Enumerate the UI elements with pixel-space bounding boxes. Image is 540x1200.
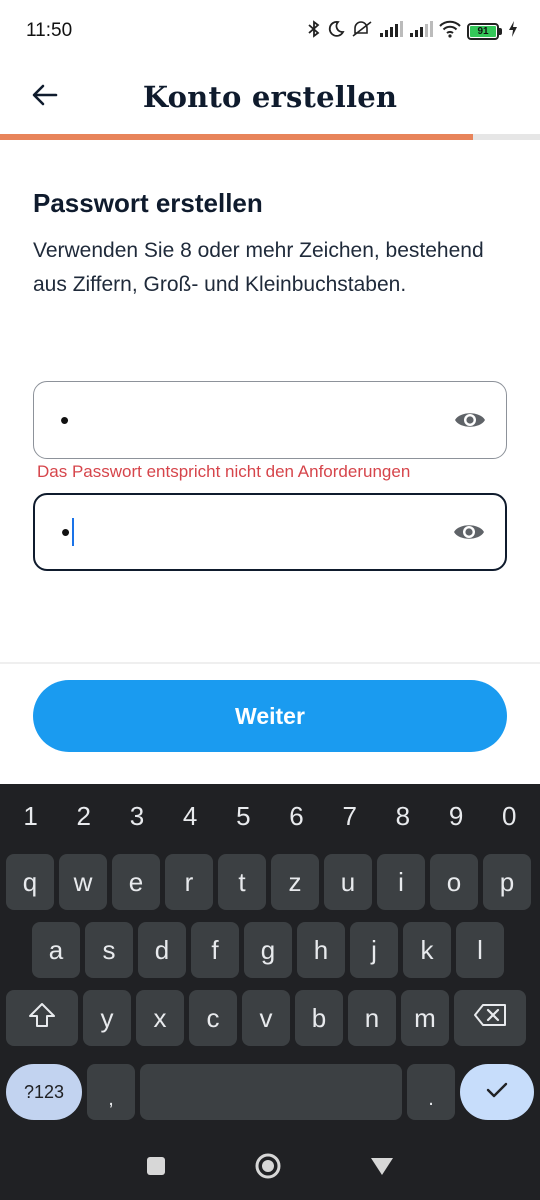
status-icons: 91	[307, 19, 518, 43]
section-heading: Passwort erstellen	[33, 188, 263, 218]
key-t[interactable]: t	[218, 854, 266, 910]
key-8[interactable]: 8	[378, 801, 428, 832]
key-1[interactable]: 1	[6, 801, 56, 832]
key-w[interactable]: w	[59, 854, 107, 910]
key-o[interactable]: o	[430, 854, 478, 910]
eye-icon[interactable]	[450, 400, 490, 440]
key-6[interactable]: 6	[272, 801, 322, 832]
battery-icon: 91	[467, 22, 502, 40]
confirm-masked-value: •	[61, 516, 75, 548]
key-r[interactable]: r	[165, 854, 213, 910]
key-l[interactable]: l	[456, 922, 504, 978]
key-n[interactable]: n	[348, 990, 396, 1046]
key-p[interactable]: p	[483, 854, 531, 910]
triangle-icon[interactable]	[370, 1156, 394, 1181]
wifi-icon	[439, 20, 461, 43]
key-a[interactable]: a	[32, 922, 80, 978]
progress-bar	[0, 134, 540, 140]
key-5[interactable]: 5	[218, 801, 268, 832]
keyboard-row-1: qwertzuiop	[6, 854, 540, 910]
key-v[interactable]: v	[242, 990, 290, 1046]
square-icon[interactable]	[146, 1156, 166, 1181]
error-message: Das Passwort entspricht nicht den Anford…	[37, 462, 411, 481]
key-s[interactable]: s	[85, 922, 133, 978]
eye-icon[interactable]	[449, 512, 489, 552]
bluetooth-icon	[307, 19, 321, 43]
key-e[interactable]: e	[112, 854, 160, 910]
navigation-bar	[0, 1136, 540, 1200]
enter-key[interactable]	[460, 1064, 534, 1120]
key-f[interactable]: f	[191, 922, 239, 978]
divider	[0, 662, 540, 664]
confirm-dots: •	[61, 516, 71, 547]
password-field[interactable]: •	[33, 381, 507, 459]
mute-icon	[351, 20, 373, 43]
key-0[interactable]: 0	[484, 801, 534, 832]
space-key[interactable]	[140, 1064, 402, 1120]
back-button[interactable]	[20, 72, 70, 122]
key-u[interactable]: u	[324, 854, 372, 910]
key-k[interactable]: k	[403, 922, 451, 978]
confirm-password-field[interactable]: •	[33, 493, 507, 571]
backspace-icon	[473, 1003, 507, 1034]
key-g[interactable]: g	[244, 922, 292, 978]
circle-icon[interactable]	[254, 1152, 282, 1185]
key-z[interactable]: z	[271, 854, 319, 910]
key-3[interactable]: 3	[112, 801, 162, 832]
section-description: Verwenden Sie 8 oder mehr Zeichen, beste…	[33, 239, 484, 296]
shift-key[interactable]	[6, 990, 78, 1046]
comma-key[interactable]: ,	[87, 1064, 135, 1120]
shift-icon	[28, 1002, 56, 1035]
key-c[interactable]: c	[189, 990, 237, 1046]
status-time: 11:50	[26, 20, 73, 41]
charging-icon	[508, 20, 518, 42]
period-label: .	[428, 1087, 434, 1110]
keyboard-row-2: asdfghjkl	[32, 922, 540, 978]
keyboard-number-row: 1234567890	[0, 784, 540, 848]
key-9[interactable]: 9	[431, 801, 481, 832]
key-q[interactable]: q	[6, 854, 54, 910]
check-icon	[486, 1081, 508, 1104]
page-title: Konto erstellen	[142, 80, 398, 114]
keyboard-row-3: yxcvbnm	[6, 990, 540, 1046]
battery-level: 91	[470, 25, 496, 37]
key-y[interactable]: y	[83, 990, 131, 1046]
weiter-button[interactable]: Weiter	[33, 680, 507, 752]
backspace-key[interactable]	[454, 990, 526, 1046]
password-masked-value: •	[60, 404, 70, 435]
key-x[interactable]: x	[136, 990, 184, 1046]
signal-1-icon	[379, 20, 403, 42]
comma-label: ,	[108, 1087, 114, 1110]
key-7[interactable]: 7	[325, 801, 375, 832]
signal-2-icon	[409, 20, 433, 42]
key-j[interactable]: j	[350, 922, 398, 978]
key-m[interactable]: m	[401, 990, 449, 1046]
app-bar: Konto erstellen	[0, 62, 540, 132]
key-h[interactable]: h	[297, 922, 345, 978]
arrow-left-icon	[32, 84, 58, 111]
text-caret	[72, 518, 75, 546]
key-4[interactable]: 4	[165, 801, 215, 832]
period-key[interactable]: .	[407, 1064, 455, 1120]
key-2[interactable]: 2	[59, 801, 109, 832]
key-b[interactable]: b	[295, 990, 343, 1046]
key-d[interactable]: d	[138, 922, 186, 978]
moon-icon	[327, 20, 345, 43]
symbols-key[interactable]: ?123	[6, 1064, 82, 1120]
keyboard: 1234567890 qwertzuiop asdfghjkl yxcvbnm …	[0, 784, 540, 1200]
status-bar: 11:50 91	[0, 0, 540, 62]
key-i[interactable]: i	[377, 854, 425, 910]
keyboard-row-bottom: ?123 , .	[6, 1064, 540, 1120]
progress-fill	[0, 134, 473, 140]
